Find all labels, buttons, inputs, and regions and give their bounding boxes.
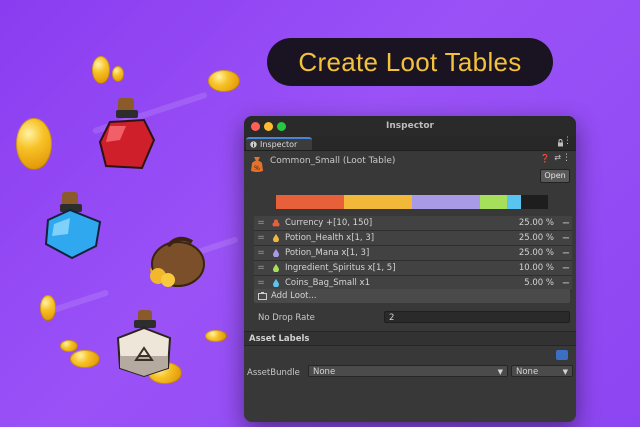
- add-loot-label: Add Loot...: [271, 291, 317, 301]
- coin: [16, 118, 52, 170]
- distribution-segment: [507, 195, 521, 209]
- open-button[interactable]: Open: [540, 169, 570, 183]
- loot-row-percent: 25.00 %: [518, 218, 554, 228]
- preset-icon[interactable]: ⇄: [554, 153, 561, 162]
- chevron-down-icon: ▼: [497, 368, 503, 376]
- object-menu-icon[interactable]: ⋮: [562, 153, 571, 163]
- tab-label: Inspector: [260, 140, 298, 149]
- variant-value: None: [516, 367, 539, 377]
- distribution-segment: [480, 195, 508, 209]
- drop-icon: [273, 234, 279, 242]
- object-title: Common_Small (Loot Table): [270, 156, 396, 166]
- object-header: % Common_Small (Loot Table) ❓ ⇄ ⋮ Open: [244, 151, 576, 185]
- assetbundle-value: None: [313, 367, 336, 377]
- coin: [92, 56, 110, 84]
- label-tag-icon[interactable]: [556, 350, 568, 360]
- no-drop-rate-input[interactable]: 2: [384, 311, 570, 323]
- asset-labels-header[interactable]: Asset Labels: [244, 331, 576, 346]
- loot-row[interactable]: = Currency +[10, 150] 25.00 % −: [254, 216, 572, 231]
- loot-row-percent: 25.00 %: [518, 248, 554, 258]
- loot-row[interactable]: = Potion_Mana x[1, 3] 25.00 % −: [254, 246, 572, 261]
- tab-inspector[interactable]: Inspector: [246, 137, 312, 150]
- loot-list: = Currency +[10, 150] 25.00 % − = Potion_Heal…: [254, 216, 572, 291]
- loot-row[interactable]: = Ingredient_Spiritus x[1, 5] 10.00 % −: [254, 261, 572, 276]
- loot-row-name: Potion_Health x[1, 3]: [285, 233, 375, 243]
- loot-row-name: Currency +[10, 150]: [285, 218, 373, 228]
- banner: Create Loot Tables: [267, 38, 553, 86]
- distribution-bar: [276, 195, 548, 209]
- distribution-segment: [344, 195, 412, 209]
- coin: [205, 330, 227, 342]
- remove-row-button[interactable]: −: [560, 233, 572, 244]
- help-icon[interactable]: ❓: [540, 154, 550, 163]
- coin: [40, 295, 56, 321]
- loot-row[interactable]: = Potion_Health x[1, 3] 25.00 % −: [254, 231, 572, 246]
- white-potion-icon: [116, 310, 172, 378]
- info-icon: [250, 141, 257, 148]
- remove-row-button[interactable]: −: [560, 218, 572, 229]
- no-drop-rate-label: No Drop Rate: [258, 313, 315, 323]
- distribution-segment: [276, 195, 344, 209]
- drop-icon: [273, 264, 279, 272]
- inspector-window: Inspector Inspector ⋮ % Common_Small (Lo…: [244, 116, 576, 422]
- svg-text:%: %: [254, 165, 260, 172]
- loot-row-name: Coins_Bag_Small x1: [285, 278, 370, 288]
- loot-row-percent: 5.00 %: [524, 278, 554, 288]
- tab-bar: Inspector ⋮: [244, 136, 576, 151]
- loot-row-name: Ingredient_Spiritus x[1, 5]: [285, 263, 396, 273]
- coins-icon: [272, 219, 280, 227]
- red-potion-icon: [98, 98, 156, 170]
- drag-handle-icon[interactable]: =: [254, 233, 268, 243]
- loot-row-name: Potion_Mana x[1, 3]: [285, 248, 370, 258]
- remove-row-button[interactable]: −: [560, 248, 572, 259]
- drop-icon: [273, 249, 279, 257]
- drag-handle-icon[interactable]: =: [254, 248, 268, 258]
- drag-handle-icon[interactable]: =: [254, 218, 268, 228]
- window-titlebar[interactable]: Inspector: [244, 116, 576, 136]
- distribution-segment: [412, 195, 480, 209]
- coin: [70, 350, 100, 368]
- variant-select[interactable]: None ▼: [511, 365, 573, 377]
- window-title: Inspector: [386, 121, 434, 131]
- coin-bag-icon: [150, 236, 205, 287]
- chevron-down-icon: ▼: [562, 368, 568, 376]
- banner-title: Create Loot Tables: [298, 46, 522, 77]
- drag-handle-icon[interactable]: =: [254, 263, 268, 273]
- drop-icon: [273, 279, 279, 287]
- loot-row-percent: 25.00 %: [518, 233, 554, 243]
- minimize-window-button[interactable]: [264, 122, 273, 131]
- drag-handle-icon[interactable]: =: [254, 278, 268, 288]
- remove-row-button[interactable]: −: [560, 278, 572, 289]
- add-loot-button[interactable]: Add Loot...: [254, 289, 570, 303]
- zoom-window-button[interactable]: [277, 122, 286, 131]
- loot-row-percent: 10.00 %: [518, 263, 554, 273]
- assetbundle-label: AssetBundle: [247, 368, 300, 378]
- loot-table-icon: %: [251, 157, 263, 172]
- close-window-button[interactable]: [251, 122, 260, 131]
- coin: [60, 340, 78, 352]
- coin: [208, 70, 240, 92]
- add-loot-icon: [258, 292, 267, 300]
- assetbundle-select[interactable]: None ▼: [308, 365, 508, 377]
- remove-row-button[interactable]: −: [560, 263, 572, 274]
- coin: [112, 66, 124, 82]
- kebab-menu-icon[interactable]: ⋮: [563, 136, 572, 146]
- blue-potion-icon: [44, 192, 102, 260]
